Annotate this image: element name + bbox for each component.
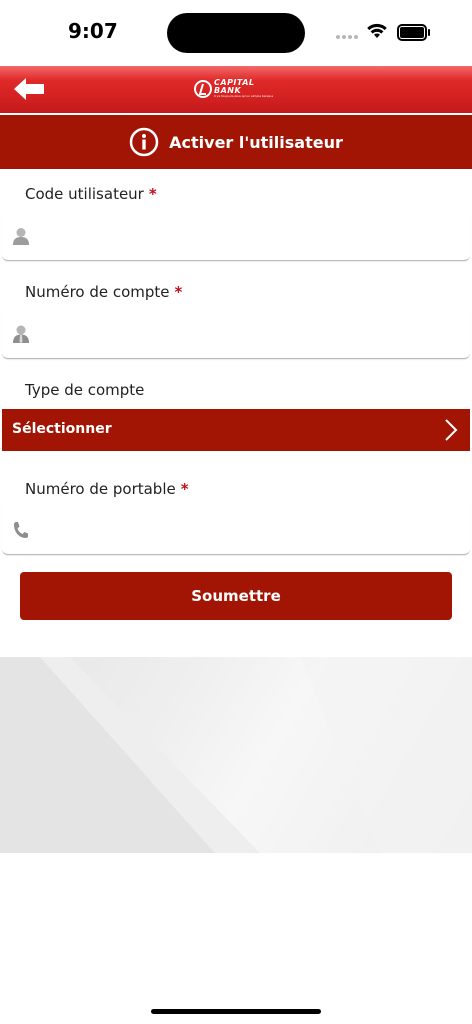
home-indicator[interactable] xyxy=(151,1009,321,1014)
logo-tagline: Il ya toujours plus qu'un simple banque xyxy=(214,94,274,98)
mobile-number-label: Numéro de portable * xyxy=(25,480,189,498)
user-code-field xyxy=(2,211,470,261)
required-mark: * xyxy=(174,283,183,301)
info-circle-icon xyxy=(129,127,159,157)
logo-text: CAPITAL BANK xyxy=(214,78,255,95)
page-title: Activer l'utilisateur xyxy=(169,132,343,152)
page-title-bar: Activer l'utilisateur xyxy=(0,115,472,169)
phone-icon xyxy=(14,522,28,538)
capital-bank-logo: CAPITAL BANK Il ya toujours plus qu'un s… xyxy=(194,78,280,100)
account-number-input[interactable] xyxy=(38,309,462,359)
account-number-label: Numéro de compte * xyxy=(25,283,183,301)
account-holder-icon xyxy=(13,325,29,343)
decorative-background xyxy=(0,657,472,853)
app-header: CAPITAL BANK Il ya toujours plus qu'un s… xyxy=(0,66,472,113)
battery-icon xyxy=(397,24,430,41)
back-arrow-icon[interactable] xyxy=(12,76,46,102)
required-mark: * xyxy=(148,185,157,203)
status-bar: 9:07 xyxy=(0,0,472,66)
account-type-label: Type de compte xyxy=(25,381,145,399)
required-mark: * xyxy=(180,480,189,498)
cellular-signal-icon xyxy=(336,35,360,41)
account-type-select[interactable]: Sélectionner xyxy=(2,409,470,451)
dynamic-island xyxy=(167,13,305,53)
account-type-selected-value: Sélectionner xyxy=(12,421,112,437)
wifi-icon xyxy=(367,23,387,38)
chevron-right-icon xyxy=(445,419,458,441)
mobile-number-field xyxy=(2,505,470,555)
account-number-field xyxy=(2,309,470,359)
user-icon xyxy=(13,228,29,245)
user-code-label: Code utilisateur * xyxy=(25,185,157,203)
logo-mark-icon xyxy=(194,80,212,98)
background-shapes xyxy=(0,657,472,853)
user-code-input[interactable] xyxy=(38,211,462,261)
submit-button[interactable]: Soumettre xyxy=(20,572,452,620)
mobile-number-input[interactable] xyxy=(38,505,462,555)
status-time: 9:07 xyxy=(68,19,118,43)
